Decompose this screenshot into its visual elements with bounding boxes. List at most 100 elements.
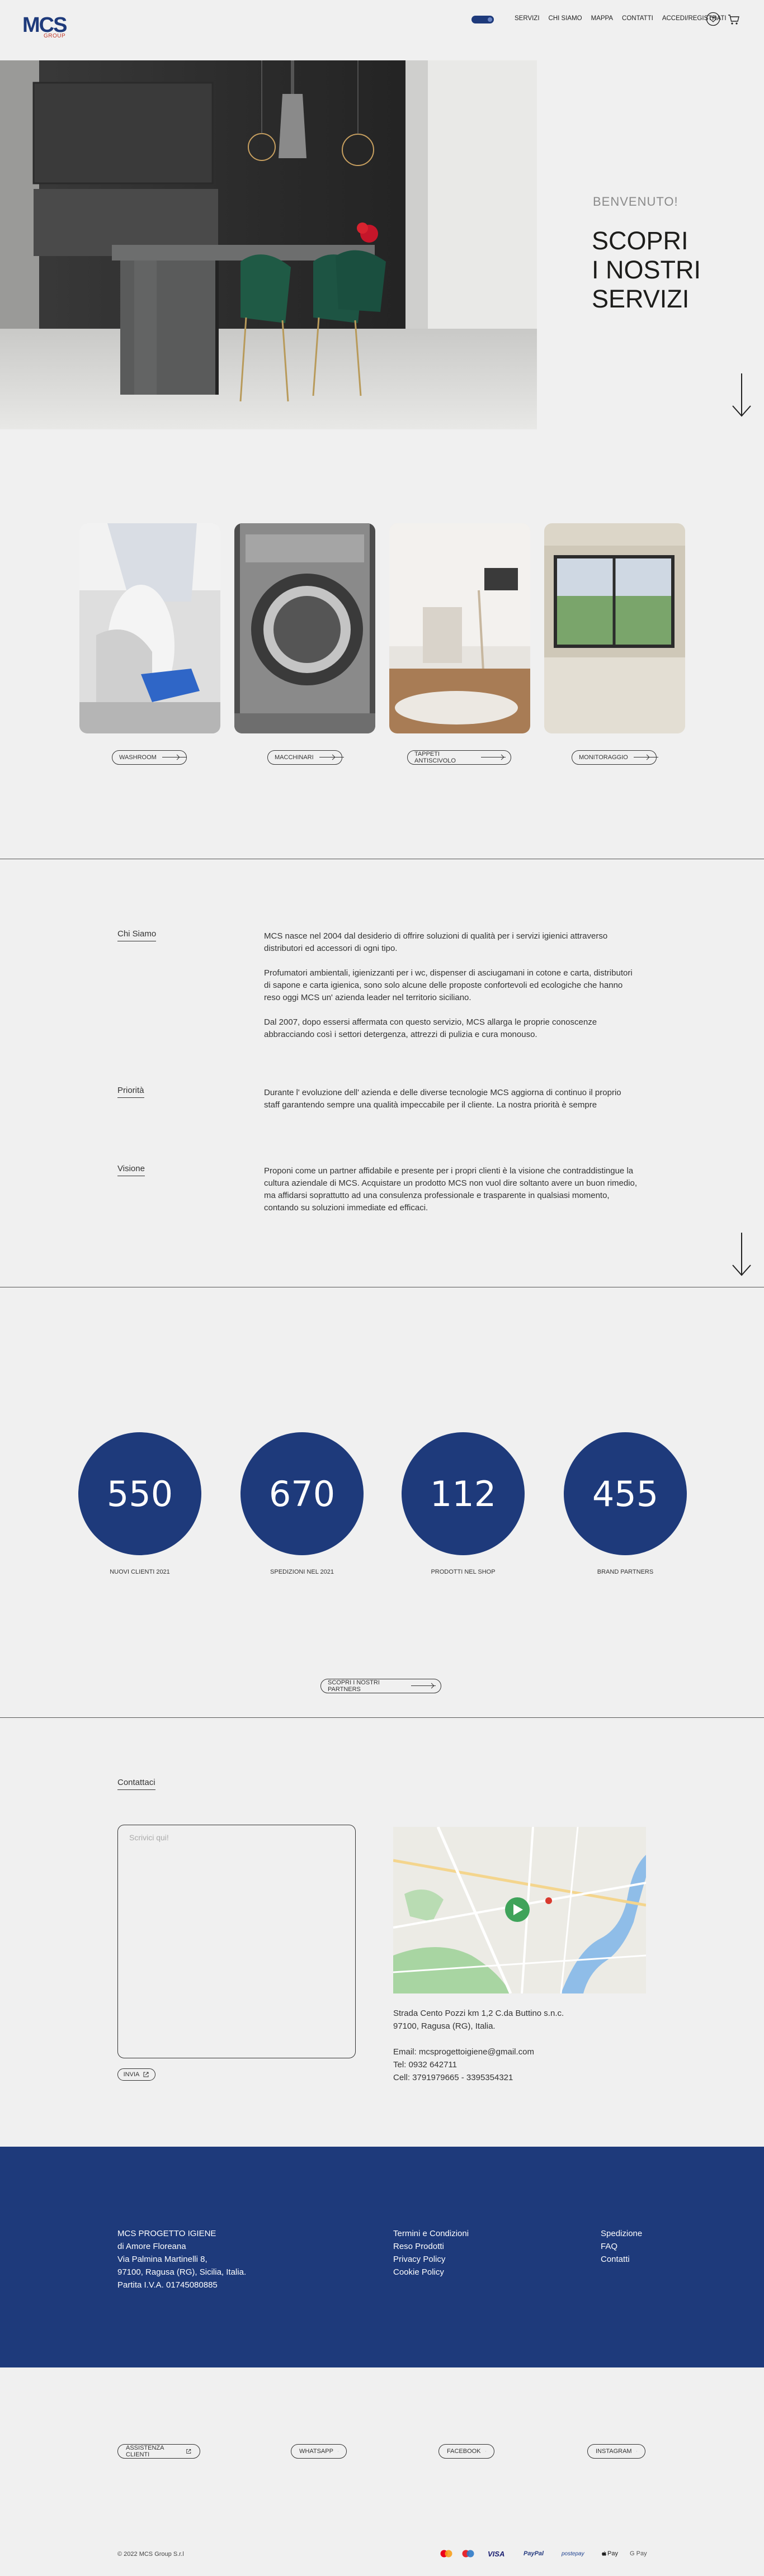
visione-paragraph: Proponi come un partner affidabile e pre… xyxy=(264,1166,638,1213)
footer-company-street: Via Palmina Martinelli 8, xyxy=(117,2255,207,2264)
external-link-icon xyxy=(485,2451,486,2452)
monitoraggio-button-label: MONITORAGGIO xyxy=(579,754,628,761)
instagram-label: INSTAGRAM xyxy=(596,2448,632,2455)
chi-siamo-label: Chi Siamo xyxy=(117,929,157,941)
visione-label: Visione xyxy=(117,1164,145,1176)
mastercard-icon xyxy=(440,2550,452,2558)
apple-logo-icon xyxy=(602,2551,606,2556)
instagram-button[interactable]: INSTAGRAM xyxy=(587,2444,645,2459)
stat-circle-clients: 550 xyxy=(78,1432,201,1555)
footer-company-city: 97100, Ragusa (RG), Sicilia, Italia. xyxy=(117,2267,247,2277)
language-toggle[interactable] xyxy=(471,16,494,23)
macchinari-button[interactable]: MACCHINARI xyxy=(267,750,345,765)
washroom-button-label: WASHROOM xyxy=(119,754,157,761)
scroll-down-arrow-icon[interactable] xyxy=(730,373,753,418)
hero-title-line-1: SCOPRI xyxy=(592,226,688,255)
arrow-right-icon xyxy=(162,755,187,760)
footer-link-privacy[interactable]: Privacy Policy xyxy=(393,2253,469,2266)
service-card-tappeti[interactable] xyxy=(389,523,530,733)
assistenza-clienti-button[interactable]: ASSISTENZA CLIENTI xyxy=(117,2444,200,2459)
assistenza-clienti-label: ASSISTENZA CLIENTI xyxy=(126,2445,164,2458)
macchinari-button-label: MACCHINARI xyxy=(275,754,314,761)
visione-text: Proponi come un partner affidabile e pre… xyxy=(264,1165,639,1227)
footer-link-spedizione[interactable]: Spedizione xyxy=(601,2227,642,2240)
stat-label-brands: BRAND PARTNERS xyxy=(597,1569,654,1575)
external-link-icon xyxy=(636,2451,637,2452)
location-map[interactable] xyxy=(393,1827,646,1993)
service-card-macchinari[interactable] xyxy=(234,523,375,733)
footer-help-links: Spedizione FAQ Contatti xyxy=(601,2227,642,2266)
contact-address-block: Strada Cento Pozzi km 1,2 C.da Buttino s… xyxy=(393,2007,564,2084)
priorita-label: Priorità xyxy=(117,1086,144,1098)
monitoraggio-button[interactable]: MONITORAGGIO xyxy=(572,750,659,765)
nav-servizi[interactable]: SERVIZI xyxy=(515,15,540,22)
message-textarea[interactable] xyxy=(117,1825,356,2058)
nav-chi-siamo[interactable]: CHI SIAMO xyxy=(549,15,582,22)
copyright: © 2022 MCS Group S.r.l xyxy=(117,2551,184,2558)
partners-button[interactable]: SCOPRI I NOSTRI PARTNERS xyxy=(320,1679,441,1693)
arrow-right-icon xyxy=(411,1683,436,1689)
logo-subtext: GROUP xyxy=(44,33,66,39)
whatsapp-button[interactable]: WHATSAPP xyxy=(291,2444,347,2459)
stat-label-products: PRODOTTI NEL SHOP xyxy=(431,1569,496,1575)
service-card-washroom[interactable] xyxy=(79,523,220,733)
google-pay-icon: G Pay xyxy=(630,2550,647,2557)
scroll-down-arrow-icon[interactable] xyxy=(730,1233,753,1277)
arrow-right-icon xyxy=(633,755,659,760)
footer-link-termini[interactable]: Termini e Condizioni xyxy=(393,2227,469,2240)
apple-pay-label: Pay xyxy=(607,2550,618,2557)
footer-link-reso[interactable]: Reso Prodotti xyxy=(393,2240,469,2253)
facebook-button[interactable]: FACEBOOK xyxy=(438,2444,494,2459)
footer-company-name: MCS PROGETTO IGIENE xyxy=(117,2229,216,2238)
whatsapp-label: WHATSAPP xyxy=(299,2448,333,2455)
contact-email[interactable]: Email: mcsprogettoigiene@gmail.com xyxy=(393,2045,564,2058)
footer-company-vat: Partita I.V.A. 01745080885 xyxy=(117,2280,218,2290)
stat-circle-brands: 455 xyxy=(564,1432,687,1555)
chi-siamo-paragraph-1: MCS nasce nel 2004 dal desiderio di offr… xyxy=(264,931,608,953)
service-card-monitoraggio[interactable] xyxy=(544,523,685,733)
section-divider xyxy=(0,1717,764,1718)
external-link-icon xyxy=(143,2072,149,2077)
site-header: MCS GROUP SERVIZI CHI SIAMO MAPPA CONTAT… xyxy=(0,0,764,60)
site-footer: MCS PROGETTO IGIENE di Amore Floreana Vi… xyxy=(0,2147,764,2367)
external-link-icon xyxy=(186,2449,191,2454)
main-nav: SERVIZI CHI SIAMO MAPPA CONTATTI ACCEDI/… xyxy=(515,15,727,22)
paypal-icon: PayPal xyxy=(524,2550,544,2557)
footer-legal-links: Termini e Condizioni Reso Prodotti Priva… xyxy=(393,2227,469,2279)
nav-contatti[interactable]: CONTATTI xyxy=(622,15,653,22)
priorita-line-2: staff garantendo sempre una qualità impe… xyxy=(264,1100,597,1110)
hero-welcome: BENVENUTO! xyxy=(593,195,678,209)
send-button[interactable]: INVIA xyxy=(117,2068,155,2081)
contattaci-label: Contattaci xyxy=(117,1778,155,1790)
logo[interactable]: MCS GROUP xyxy=(22,15,73,39)
footer-link-contatti[interactable]: Contatti xyxy=(601,2253,642,2266)
tappeti-button-label: TAPPETI ANTISCIVOLO xyxy=(414,751,456,764)
hero-title-line-2: I NOSTRI xyxy=(592,255,701,284)
chi-siamo-text: MCS nasce nel 2004 dal desiderio di offr… xyxy=(264,930,639,1053)
hero-title: SCOPRI I NOSTRI SERVIZI xyxy=(592,226,701,314)
tappeti-button[interactable]: TAPPETI ANTISCIVOLO xyxy=(407,750,511,765)
cart-icon[interactable] xyxy=(727,12,741,26)
chi-siamo-paragraph-3: Dal 2007, dopo essersi affermata con que… xyxy=(264,1017,597,1039)
address-line-1: Strada Cento Pozzi km 1,2 C.da Buttino s… xyxy=(393,2009,564,2018)
contact-tel[interactable]: Tel: 0932 642711 xyxy=(393,2058,564,2071)
partners-button-label: SCOPRI I NOSTRI PARTNERS xyxy=(328,1679,380,1693)
stat-label-clients: NUOVI CLIENTI 2021 xyxy=(110,1569,170,1575)
apple-pay-icon: Pay xyxy=(602,2549,618,2558)
hero-title-line-3: SERVIZI xyxy=(592,285,690,313)
washroom-button[interactable]: WASHROOM xyxy=(112,750,187,765)
facebook-label: FACEBOOK xyxy=(447,2448,481,2455)
nav-mappa[interactable]: MAPPA xyxy=(591,15,613,22)
heart-icon[interactable] xyxy=(706,12,720,26)
footer-link-cookie[interactable]: Cookie Policy xyxy=(393,2266,469,2279)
send-button-label: INVIA xyxy=(123,2071,140,2078)
arrow-right-icon xyxy=(480,755,506,760)
chi-siamo-paragraph-2: Profumatori ambientali, igienizzanti per… xyxy=(264,968,633,1002)
footer-link-faq[interactable]: FAQ xyxy=(601,2240,642,2253)
stat-circle-shipments: 670 xyxy=(240,1432,364,1555)
postepay-icon: postepay xyxy=(562,2550,584,2557)
footer-company-owner: di Amore Floreana xyxy=(117,2242,186,2251)
arrow-right-icon xyxy=(319,755,345,760)
contact-cell[interactable]: Cell: 3791979665 - 3395354321 xyxy=(393,2071,564,2084)
stat-label-shipments: SPEDIZIONI NEL 2021 xyxy=(270,1569,334,1575)
